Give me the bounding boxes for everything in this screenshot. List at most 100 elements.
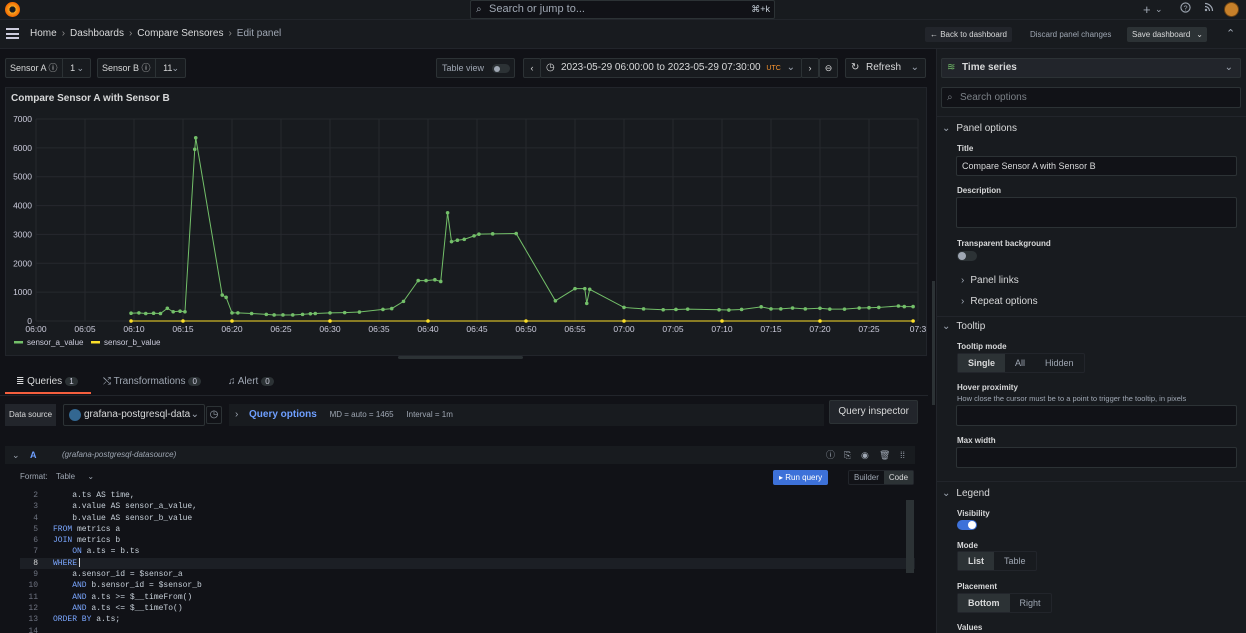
refresh-button[interactable]: ↻ Refresh ⌄ [845,58,926,78]
code-line[interactable]: 3 a.value AS sensor_a_value, [20,501,915,512]
chevron-down-icon[interactable]: ⌄ [1155,2,1163,17]
tab-queries[interactable]: ≣ Queries 1 [16,376,78,387]
variable-sensor-b[interactable]: Sensor B ⓘ 11 ⌄ [97,58,186,78]
time-series-chart[interactable]: 0100020003000400050006000700006:00 06:05 0… [6,88,926,355]
datasource-picker[interactable]: grafana-postgresql-data ⌄ [63,404,205,426]
help-icon[interactable]: ⓘ [826,446,835,464]
format-select[interactable]: Table ⌄ [56,472,94,481]
x-tick-label: 07:05 [662,324,684,334]
duplicate-icon[interactable]: ⎘ [844,446,851,464]
max-width-input[interactable] [956,447,1237,468]
data-point-sensor_a_value [281,313,285,317]
search-input[interactable]: ⌕ Search or jump to... ⌘+k [470,0,775,19]
refresh-label: Refresh [866,62,902,73]
data-point-sensor_a_value [455,238,460,242]
variable-sensor-a[interactable]: Sensor A ⓘ 1 ⌄ [5,58,91,78]
table-view-toggle[interactable]: Table view [436,58,515,78]
time-range-picker[interactable]: ◷ 2023-05-29 06:00:00 to 2023-05-29 07:3… [540,58,802,78]
chevron-left-icon: ‹ [530,63,534,73]
code-line[interactable]: 13 ORDER BY a.ts; [20,614,915,625]
code-line[interactable]: 2 a.ts AS time, [20,490,915,501]
query-history-button[interactable]: ◷ [206,406,222,424]
code-line[interactable]: 4 b.value AS sensor_b_value [20,513,915,524]
options-search-input[interactable]: ⌕ Search options [941,87,1241,108]
breadcrumb-current: Edit panel [236,28,282,39]
legend-visibility-toggle[interactable] [957,520,977,530]
editor-scrollbar[interactable] [906,500,914,573]
breadcrumb-dashboard[interactable]: Compare Sensores [137,28,223,39]
tab-transformations[interactable]: ⤭ Transformations 0 [103,376,201,387]
back-to-dashboard-button[interactable]: ← Back to dashboard [925,27,1012,42]
breadcrumb-home[interactable]: Home [30,28,57,39]
pane-resize-handle[interactable] [932,281,935,405]
help-icon[interactable]: ? [1180,2,1191,18]
time-forward-button[interactable]: › [801,58,819,78]
section-tooltip[interactable]: ⌄ Tooltip [942,321,985,332]
placement-bottom[interactable]: Bottom [958,594,1010,612]
collapse-icon[interactable]: ⌃ [1226,27,1235,40]
data-point-sensor_a_value [553,299,558,303]
visualization-picker[interactable]: ≋ Time series ⌄ [941,58,1241,78]
breadcrumb-dashboards[interactable]: Dashboards [70,28,124,39]
section-panel-links[interactable]: › Panel links [961,275,1019,286]
placement-right[interactable]: Right [1010,594,1051,612]
code-line[interactable]: 9 a.sensor_id = $sensor_a [20,569,915,580]
code-line[interactable]: 5 FROM metrics a [20,524,915,535]
code-line[interactable]: 12 AND a.ts <= $__timeTo() [20,603,915,614]
section-panel-options[interactable]: ⌄ Panel options [942,123,1017,134]
y-tick-label: 3000 [13,229,32,239]
tab-alert[interactable]: ♫ Alert 0 [228,376,274,387]
variable-value: 1 [70,63,76,73]
max-width-label: Max width [957,436,996,445]
data-point-sensor_b_value [328,319,332,323]
section-title: Panel links [970,275,1019,286]
collapse-chevron-icon[interactable]: ⌄ [12,446,20,464]
save-dashboard-button[interactable]: Save dashboard ⌄ [1127,27,1207,42]
code-line[interactable]: 11 AND a.ts >= $__timeFrom() [20,592,915,603]
rss-icon[interactable] [1204,2,1214,17]
zoom-out-button[interactable]: ⊖ [819,58,838,78]
pane-splitter-handle[interactable] [398,356,523,359]
code-line[interactable]: 10 AND b.sensor_id = $sensor_b [20,580,915,591]
plus-icon[interactable]: + [1143,2,1151,17]
section-repeat-options[interactable]: › Repeat options [961,296,1038,307]
title-input[interactable]: Compare Sensor A with Sensor B [956,156,1237,176]
run-query-button[interactable]: ▸ Run query [773,470,829,485]
code-line[interactable]: 6 JOIN metrics b [20,535,915,546]
tooltip-mode-all[interactable]: All [1005,354,1035,372]
query-ref-id[interactable]: A [30,446,37,464]
time-back-button[interactable]: ‹ [523,58,541,78]
drag-handle-icon[interactable]: ⁞⁞ [900,446,905,464]
code-line[interactable]: 8 WHERE [20,557,915,570]
hover-proximity-input[interactable] [956,405,1237,426]
menu-icon[interactable] [6,28,19,39]
legend-mode-list[interactable]: List [958,552,995,570]
y-tick-label: 5000 [13,172,32,182]
avatar[interactable] [1224,2,1239,17]
data-point-sensor_a_value [911,304,915,309]
code-mode-button[interactable]: Code [883,471,914,484]
query-options[interactable]: › Query options MD = auto = 1465 Interva… [229,404,824,426]
builder-mode-button[interactable]: Builder [849,471,884,484]
section-legend[interactable]: ⌄ Legend [942,488,990,499]
trash-icon[interactable]: 🗑 [879,446,890,464]
tooltip-mode-single[interactable]: Single [958,354,1006,372]
eye-icon[interactable]: ◉ [861,446,869,464]
code-line[interactable]: 7 ON a.ts = b.ts [20,546,915,557]
tooltip-mode-hidden[interactable]: Hidden [1035,354,1084,372]
legend-mode-table[interactable]: Table [994,552,1036,570]
transparent-toggle[interactable] [957,251,977,261]
data-point-sensor_a_value [192,147,197,152]
code-line[interactable]: 14 [20,626,915,633]
bell-icon: ♫ [228,376,236,387]
data-point-sensor_a_value [357,310,362,314]
chevron-down-icon: ⌄ [942,488,951,499]
line-number: 11 [28,592,38,602]
sql-code-editor[interactable]: 2 a.ts AS time, 3 a.value AS sensor_a_val… [20,490,915,633]
description-textarea[interactable] [956,197,1237,228]
active-tab-indicator [5,392,91,394]
grafana-logo-icon[interactable] [5,2,20,17]
query-inspector-button[interactable]: Query inspector [829,400,918,424]
data-point-sensor_a_value [129,311,133,316]
discard-changes-button[interactable]: Discard panel changes [1025,27,1116,42]
